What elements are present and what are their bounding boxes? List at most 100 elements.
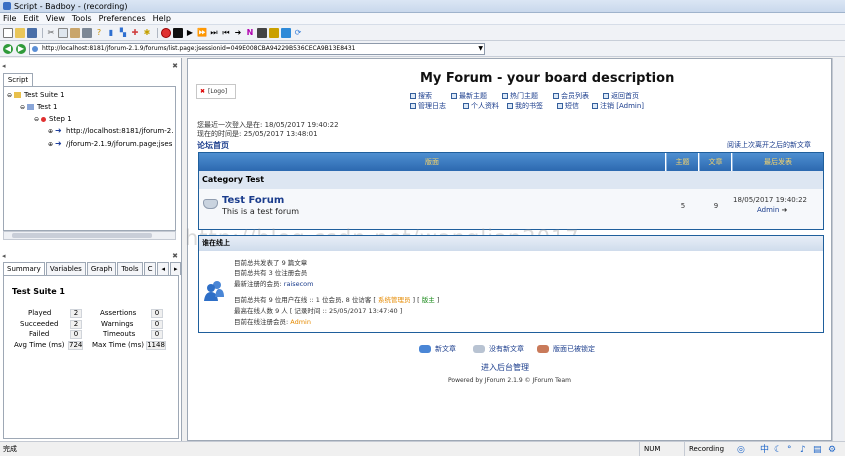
stat-label-played: Played xyxy=(28,309,52,317)
tree-item-test-suite[interactable]: ⊖ Test Suite 1 xyxy=(7,91,65,99)
ime-punct-icon[interactable]: ° xyxy=(787,443,792,456)
forum-logo[interactable]: ✖ [Logo] xyxy=(196,84,236,99)
rewind-icon[interactable]: ⏮ xyxy=(221,28,231,38)
bookmark-icon xyxy=(507,103,513,109)
browser-vertical-scrollbar[interactable] xyxy=(832,58,844,441)
goto-last-post-icon[interactable]: ➜ xyxy=(782,206,788,214)
menu-help[interactable]: Help xyxy=(153,14,171,23)
online-newest-member: 最新注册的会员: raisecom xyxy=(234,280,314,288)
capture-icon[interactable] xyxy=(281,27,291,38)
nav-moderation-log[interactable]: 管理日志 xyxy=(410,101,446,111)
record-icon[interactable] xyxy=(161,27,171,38)
ime-chinese-icon[interactable]: 中 xyxy=(760,443,769,456)
nav-logout[interactable]: 注销 [Admin] xyxy=(592,101,644,111)
forward-nav-icon[interactable]: ▶ xyxy=(16,43,26,54)
folder-icon xyxy=(14,92,22,98)
menu-edit[interactable]: Edit xyxy=(23,14,39,23)
menu-view[interactable]: View xyxy=(46,14,65,23)
print-icon[interactable] xyxy=(82,27,92,38)
nav-recent-topics[interactable]: 最新主题 xyxy=(451,91,487,101)
properties-icon[interactable]: ▮ xyxy=(106,28,116,38)
variable-icon[interactable]: ▚ xyxy=(118,28,128,38)
online-most-users: 最高在线人数 9 人 [ 记录时间 :: 25/05/2017 13:47:40… xyxy=(234,307,403,315)
nav-profile[interactable]: 个人资料 xyxy=(463,101,499,111)
play-all-icon[interactable]: ⏩ xyxy=(197,28,207,38)
tab-script[interactable]: Script xyxy=(3,73,33,86)
tab-scroll-left-icon[interactable]: ◂ xyxy=(157,262,169,275)
tab-graph[interactable]: Graph xyxy=(86,262,117,275)
stat-value-warnings: 0 xyxy=(151,320,163,329)
forum-name-link[interactable]: Test Forum xyxy=(222,195,284,206)
copy-icon[interactable] xyxy=(58,27,68,38)
header-topics: 主题 xyxy=(666,153,698,171)
stat-value-played: 2 xyxy=(70,309,82,318)
stat-value-assertions: 0 xyxy=(151,309,163,318)
nav-hot-topics[interactable]: 热门主题 xyxy=(502,91,538,101)
navigation-icon[interactable]: N xyxy=(245,28,255,38)
read-new-link[interactable]: 阅读上次离开之后的新文章 xyxy=(727,140,811,150)
ime-settings-icon[interactable]: ⚙ xyxy=(828,443,836,456)
menu-file[interactable]: File xyxy=(3,14,16,23)
ime-icon[interactable]: ◎ xyxy=(737,443,745,456)
tab-scroll-right-icon[interactable]: ▸ xyxy=(169,262,182,275)
log-icon xyxy=(410,103,416,109)
nav-home[interactable]: 返回首页 xyxy=(603,91,639,101)
tree-horizontal-scrollbar[interactable] xyxy=(3,231,176,240)
find-icon[interactable]: ? xyxy=(94,28,104,38)
tab-summary[interactable]: Summary xyxy=(3,262,45,275)
status-bar: 完成 NUM Recording ◎ 中 ☾ ° ♪ ▤ ⚙ xyxy=(0,441,845,456)
tool-icon[interactable]: ✱ xyxy=(142,28,152,38)
scrollbar-thumb[interactable] xyxy=(12,233,152,238)
panel-menu-icon[interactable]: ◂ xyxy=(2,252,6,260)
forum-posts-count: 9 xyxy=(713,202,719,210)
admin-panel-link[interactable]: 进入后台管理 xyxy=(481,362,529,373)
tab-more[interactable]: C xyxy=(143,262,157,275)
current-time-text: 现在的时间是: 25/05/2017 13:48:01 xyxy=(197,130,318,138)
online-admin-link[interactable]: Admin xyxy=(290,318,311,326)
ime-moon-icon[interactable]: ☾ xyxy=(774,443,782,456)
report-icon[interactable] xyxy=(269,27,279,38)
url-dropdown-icon[interactable]: ▼ xyxy=(478,44,483,54)
menu-preferences[interactable]: Preferences xyxy=(99,14,146,23)
save-icon[interactable] xyxy=(27,27,37,38)
tree-item-request-2[interactable]: ⊕ ➜ /jforum-2.1.9/jforum.page;jses xyxy=(48,140,172,149)
nav-search[interactable]: 搜索 xyxy=(410,91,432,101)
paste-icon[interactable] xyxy=(70,27,80,38)
stat-label-max-time: Max Time (ms) xyxy=(92,341,144,349)
tree-item-request-1[interactable]: ⊕ ➜ http://localhost:8181/jforum-2. xyxy=(48,127,173,136)
panel-menu-icon[interactable]: ◂ xyxy=(2,62,6,70)
cut-icon[interactable]: ✂ xyxy=(46,28,56,38)
forum-home-link[interactable]: 论坛首页 xyxy=(197,140,229,151)
back-icon[interactable]: ◀ xyxy=(3,43,13,54)
stop-icon[interactable] xyxy=(173,27,183,38)
tree-item-step[interactable]: ⊖ Step 1 xyxy=(34,115,72,123)
nav-private-messages[interactable]: 短信 xyxy=(557,101,579,111)
tree-item-test[interactable]: ⊖ Test 1 xyxy=(20,103,58,111)
panel-close-icon[interactable]: ✖ xyxy=(172,252,178,260)
screenshot-icon[interactable] xyxy=(257,27,267,38)
tab-variables[interactable]: Variables xyxy=(45,262,86,275)
newest-member-link[interactable]: raisecom xyxy=(284,280,314,288)
last-post-author[interactable]: Admin ➜ xyxy=(757,206,787,214)
panel-close-icon[interactable]: ✖ xyxy=(172,62,178,70)
play-icon[interactable]: ▶ xyxy=(185,28,195,38)
step-icon[interactable]: ⏭ xyxy=(209,28,219,38)
assert-icon[interactable]: ✚ xyxy=(130,28,140,38)
url-input[interactable]: http://localhost:8181/jforum-2.1.9/forum… xyxy=(29,42,485,55)
tab-tools[interactable]: Tools xyxy=(117,262,143,275)
nav-bookmarks[interactable]: 我的书签 xyxy=(507,101,543,111)
new-icon[interactable] xyxy=(3,27,13,38)
message-icon xyxy=(557,103,563,109)
stat-value-timeouts: 0 xyxy=(151,330,163,339)
last-post-time: 18/05/2017 19:40:22 xyxy=(733,196,808,204)
open-icon[interactable] xyxy=(15,27,25,38)
refresh-icon[interactable]: ⟳ xyxy=(293,28,303,38)
window-title: Script - Badboy - (recording) xyxy=(14,1,128,11)
forward-icon[interactable]: ➜ xyxy=(233,28,243,38)
ime-keyboard-icon[interactable]: ▤ xyxy=(813,443,822,456)
ime-mic-icon[interactable]: ♪ xyxy=(800,443,806,456)
menu-tools[interactable]: Tools xyxy=(72,14,92,23)
category-row[interactable]: Category Test xyxy=(199,171,823,189)
nav-member-list[interactable]: 会员列表 xyxy=(553,91,589,101)
toolbar: ✂ ? ▮ ▚ ✚ ✱ ▶ ⏩ ⏭ ⏮ ➜ N ⟳ xyxy=(0,25,845,41)
